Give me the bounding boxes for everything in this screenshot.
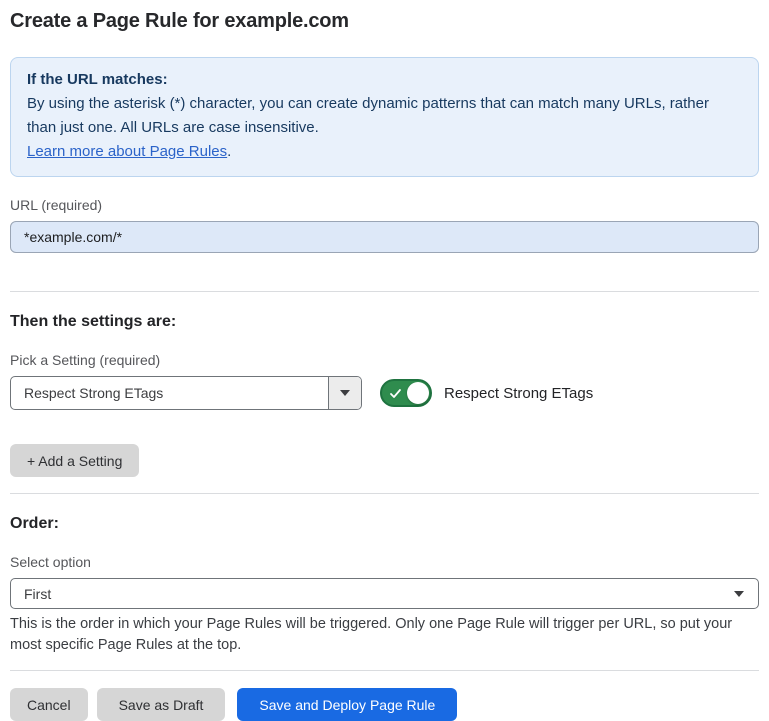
- order-select-value: First: [11, 586, 51, 602]
- toggle-label: Respect Strong ETags: [444, 385, 593, 402]
- link-period: .: [227, 143, 231, 160]
- settings-heading: Then the settings are:: [10, 313, 759, 331]
- create-page-rule-form: Create a Page Rule for example.com If th…: [0, 0, 769, 721]
- chevron-down-icon: [734, 591, 758, 597]
- chevron-down-icon[interactable]: [328, 377, 361, 409]
- order-select-label: Select option: [10, 554, 759, 570]
- triangle-glyph: [340, 390, 350, 396]
- triangle-glyph: [734, 591, 744, 597]
- order-select[interactable]: First: [10, 578, 759, 609]
- learn-more-link[interactable]: Learn more about Page Rules: [27, 143, 227, 160]
- setting-select-value: Respect Strong ETags: [11, 385, 163, 401]
- footer-divider: [10, 670, 759, 671]
- order-heading: Order:: [10, 515, 759, 533]
- info-box-body: By using the asterisk (*) character, you…: [27, 92, 742, 140]
- check-icon: [389, 387, 402, 405]
- add-setting-button[interactable]: + Add a Setting: [10, 444, 139, 477]
- save-draft-button[interactable]: Save as Draft: [97, 688, 226, 721]
- url-input[interactable]: [10, 221, 759, 253]
- order-help-text: This is the order in which your Page Rul…: [10, 614, 759, 656]
- save-deploy-button[interactable]: Save and Deploy Page Rule: [237, 688, 457, 721]
- form-actions: Cancel Save as Draft Save and Deploy Pag…: [10, 688, 759, 721]
- info-box-heading: If the URL matches:: [27, 68, 742, 92]
- cancel-button[interactable]: Cancel: [10, 688, 88, 721]
- etags-toggle[interactable]: [380, 379, 432, 407]
- setting-select[interactable]: Respect Strong ETags: [10, 376, 362, 410]
- page-title: Create a Page Rule for example.com: [10, 10, 759, 33]
- url-label: URL (required): [10, 197, 759, 213]
- pick-setting-label: Pick a Setting (required): [10, 352, 759, 368]
- setting-row: Respect Strong ETags Respect Strong ETag…: [10, 376, 759, 410]
- section-divider: [10, 291, 759, 292]
- section-divider: [10, 493, 759, 494]
- toggle-knob: [407, 382, 429, 404]
- url-match-info-box: If the URL matches: By using the asteris…: [10, 57, 759, 177]
- info-box-link-line: Learn more about Page Rules.: [27, 140, 742, 164]
